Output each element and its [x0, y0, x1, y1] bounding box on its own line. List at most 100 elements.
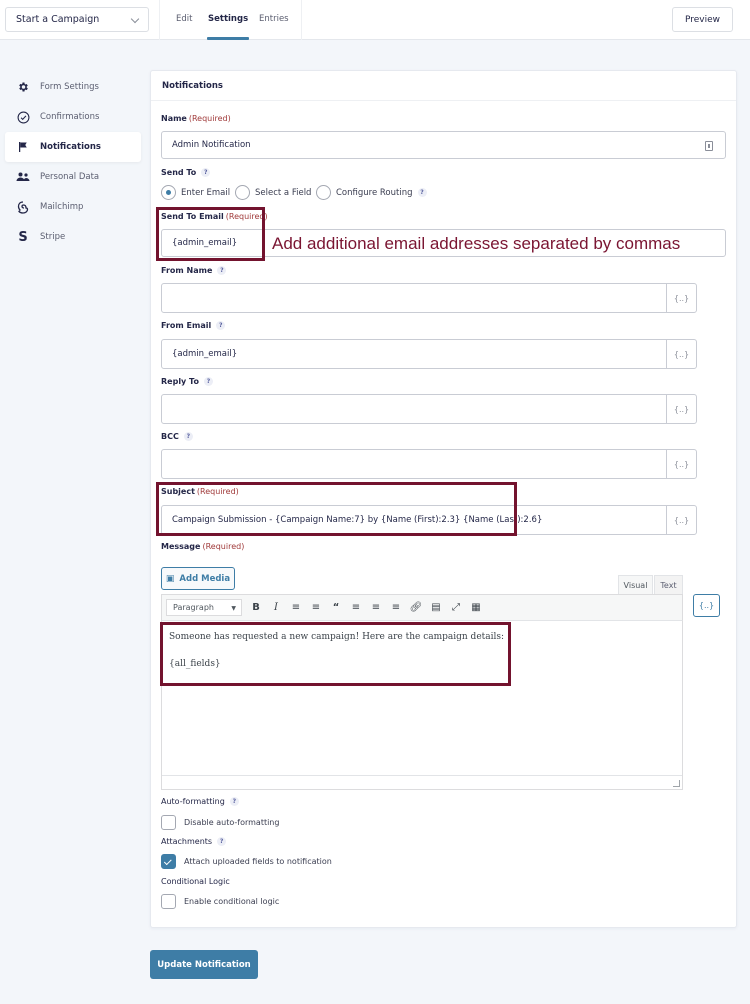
subject-input[interactable]: Campaign Submission - {Campaign Name:7} … [161, 505, 697, 535]
tab-settings[interactable]: Settings [206, 0, 250, 40]
auto-formatting-label-text: Auto-formatting [161, 797, 225, 806]
required-indicator: (Required) [225, 212, 268, 221]
disable-auto-formatting-checkbox[interactable]: Disable auto-formatting [161, 815, 279, 830]
help-icon[interactable]: ? [201, 168, 211, 177]
link-icon[interactable]: 🔗︎ [406, 598, 426, 618]
settings-sidebar: Form Settings Confirmations Notification… [5, 72, 141, 252]
enable-conditional-logic-checkbox[interactable]: Enable conditional logic [161, 894, 279, 909]
conditional-logic-label: Conditional Logic [161, 877, 230, 886]
sidebar-item-label: Mailchimp [40, 202, 84, 212]
sidebar-item-label: Confirmations [40, 112, 100, 122]
reply-to-label: Reply To? [161, 377, 213, 386]
message-paragraph: {all_fields} [169, 659, 221, 669]
tab-entries[interactable]: Entries [259, 0, 289, 40]
from-name-label: From Name? [161, 266, 227, 275]
from-email-input[interactable]: {admin_email} {..} [161, 339, 697, 369]
required-indicator: (Required) [202, 542, 245, 551]
checkbox-unchecked-icon [161, 815, 176, 830]
italic-icon[interactable]: I [266, 598, 286, 618]
send-to-email-label-text: Send To Email [161, 212, 224, 221]
help-icon[interactable]: ? [217, 837, 227, 846]
required-indicator: (Required) [188, 114, 231, 123]
checkbox-unchecked-icon [161, 894, 176, 909]
auto-formatting-label: Auto-formatting? [161, 797, 239, 806]
tab-text[interactable]: Text [654, 575, 683, 594]
bullet-list-icon[interactable]: ≡ [286, 598, 306, 618]
tab-visual[interactable]: Visual [618, 575, 653, 594]
read-more-icon[interactable]: ▤ [426, 598, 446, 618]
align-center-icon[interactable]: ≡ [366, 598, 386, 618]
fullscreen-icon[interactable]: ⤢ [446, 598, 466, 618]
attach-uploaded-fields-checkbox[interactable]: Attach uploaded fields to notification [161, 854, 332, 869]
help-icon[interactable]: ? [417, 188, 427, 197]
format-select[interactable]: Paragraph ▼ [166, 599, 242, 616]
merge-tag-button[interactable]: {..} [693, 594, 720, 617]
reply-to-input[interactable]: {..} [161, 394, 697, 424]
sidebar-item-mailchimp[interactable]: Mailchimp [5, 192, 141, 222]
radio-configure-routing[interactable]: Configure Routing ? [316, 185, 427, 200]
caret-down-icon: ▼ [231, 605, 236, 612]
radio-select-a-field[interactable]: Select a Field [235, 185, 311, 200]
name-label-text: Name [161, 114, 187, 123]
bcc-input[interactable]: {..} [161, 449, 697, 479]
send-to-email-label: Send To Email (Required) [161, 212, 268, 221]
name-input-value: Admin Notification [172, 140, 251, 150]
align-right-icon[interactable]: ≡ [386, 598, 406, 618]
annotation-callout-text: Add additional email addresses separated… [272, 234, 681, 253]
help-icon[interactable]: ? [183, 432, 193, 441]
panel-title: Notifications [151, 71, 736, 101]
merge-tag-button[interactable]: {..} [666, 450, 696, 478]
merge-tag-button[interactable]: {..} [666, 284, 696, 312]
chevron-down-icon [130, 14, 140, 24]
subject-label-text: Subject [161, 487, 195, 496]
blockquote-icon[interactable]: “ [326, 598, 346, 618]
toolbar-toggle-icon[interactable]: ▦ [466, 598, 486, 618]
checkbox-checked-icon [161, 854, 176, 869]
form-selector[interactable]: Start a Campaign [5, 7, 149, 32]
from-email-value: {admin_email} [172, 349, 238, 359]
merge-tag-icon[interactable] [705, 141, 713, 151]
required-indicator: (Required) [196, 487, 239, 496]
checkbox-label: Disable auto-formatting [184, 818, 280, 827]
bold-icon[interactable]: B [246, 598, 266, 618]
from-name-input[interactable]: {..} [161, 283, 697, 313]
add-media-label: Add Media [179, 573, 231, 584]
update-notification-button[interactable]: Update Notification [150, 950, 258, 979]
help-icon[interactable]: ? [217, 266, 227, 275]
sidebar-item-form-settings[interactable]: Form Settings [5, 72, 141, 102]
editor-status-bar [162, 775, 682, 789]
radio-enter-email[interactable]: Enter Email [161, 185, 230, 200]
merge-tag-button[interactable]: {..} [666, 395, 696, 423]
sidebar-item-notifications[interactable]: Notifications [5, 132, 141, 162]
from-name-label-text: From Name [161, 266, 213, 275]
tab-bar: Edit Settings Entries [159, 0, 302, 40]
stripe-icon: S [18, 229, 28, 245]
merge-tag-button[interactable]: {..} [666, 506, 696, 534]
numbered-list-icon[interactable]: ≡ [306, 598, 326, 618]
help-icon[interactable]: ? [203, 377, 213, 386]
subject-value: Campaign Submission - {Campaign Name:7} … [172, 515, 543, 525]
message-editor[interactable]: Someone has requested a new campaign! He… [161, 621, 683, 790]
radio-label: Enter Email [181, 187, 231, 198]
checkbox-label: Enable conditional logic [184, 897, 280, 906]
message-paragraph: Someone has requested a new campaign! He… [169, 632, 505, 642]
help-icon[interactable]: ? [216, 321, 226, 330]
help-icon[interactable]: ? [229, 797, 239, 806]
bcc-label-text: BCC [161, 432, 179, 441]
align-left-icon[interactable]: ≡ [346, 598, 366, 618]
sidebar-item-stripe[interactable]: S Stripe [5, 222, 141, 252]
media-icon: ▣ [165, 573, 175, 584]
radio-label: Select a Field [255, 187, 312, 198]
merge-tag-button[interactable]: {..} [666, 340, 696, 368]
send-to-label-text: Send To [161, 168, 197, 177]
sidebar-item-personal-data[interactable]: Personal Data [5, 162, 141, 192]
add-media-button[interactable]: ▣ Add Media [161, 567, 235, 590]
tab-edit[interactable]: Edit [176, 0, 192, 40]
name-input[interactable]: Admin Notification [161, 131, 726, 159]
radio-label: Configure Routing [336, 187, 413, 198]
resize-handle[interactable] [673, 780, 680, 787]
form-selector-value: Start a Campaign [16, 14, 100, 25]
check-circle-icon [16, 110, 30, 124]
preview-button[interactable]: Preview [672, 7, 733, 32]
sidebar-item-confirmations[interactable]: Confirmations [5, 102, 141, 132]
